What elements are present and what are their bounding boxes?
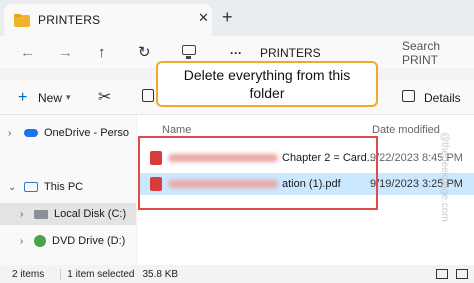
chevron-down-icon[interactable]: ▾ [66, 92, 71, 103]
dvd-icon [34, 235, 46, 247]
sidebar-item-label: OneDrive - Perso [44, 127, 129, 139]
tab-title: PRINTERS [38, 13, 101, 27]
selection-size: 35.8 KB [142, 268, 179, 280]
drive-icon [34, 209, 48, 219]
cloud-icon [24, 129, 38, 137]
back-arrow-icon[interactable]: ← [20, 44, 35, 61]
details-button[interactable]: Details [424, 91, 461, 105]
tiles-view-icon[interactable] [456, 269, 468, 279]
search-placeholder: Search PRINT [402, 39, 441, 67]
tab-printers[interactable]: PRINTERS [4, 4, 212, 36]
breadcrumb-printers[interactable]: PRINTERS [260, 46, 321, 60]
details-pane-icon [402, 90, 415, 102]
cut-icon[interactable]: ✂ [98, 87, 111, 107]
new-tab-icon[interactable]: + [222, 7, 233, 28]
sidebar-item-label: This PC [44, 181, 84, 193]
sidebar-item-dvd-drive[interactable]: › DVD Drive (D:) [0, 230, 136, 252]
details-view-icon[interactable] [436, 269, 448, 279]
chevron-down-icon[interactable]: ⌄ [8, 182, 18, 193]
watermark: @thegeekpage.com [439, 132, 450, 222]
chevron-right-icon[interactable]: › [20, 209, 30, 220]
chevron-right-icon[interactable]: › [8, 128, 18, 139]
up-arrow-icon[interactable]: ↑ [98, 44, 106, 61]
callout-line-2: folder [249, 85, 285, 101]
forward-arrow-icon[interactable]: → [58, 44, 73, 61]
computer-icon [182, 45, 196, 59]
search-input[interactable]: Search PRINT [390, 39, 474, 67]
selection-count: 1 item selected [60, 268, 135, 280]
computer-icon [24, 182, 38, 192]
status-bar: 2 items 1 item selected 35.8 KB [0, 265, 474, 283]
item-count: 2 items [12, 268, 45, 280]
sidebar-item-label: DVD Drive (D:) [52, 235, 126, 247]
folder-icon [14, 13, 30, 27]
refresh-icon[interactable]: ↻ [138, 43, 151, 61]
sidebar-item-label: Local Disk (C:) [54, 208, 127, 220]
new-button[interactable]: New [38, 91, 62, 105]
sidebar-item-onedrive[interactable]: › OneDrive - Perso [0, 122, 136, 144]
highlight-box [138, 136, 378, 210]
close-tab-icon[interactable]: ✕ [198, 10, 209, 26]
sidebar-item-this-pc[interactable]: ⌄ This PC [0, 176, 136, 198]
instruction-callout: Delete everything from this folder [156, 61, 378, 107]
chevron-right-icon[interactable]: › [20, 236, 30, 247]
copy-icon[interactable] [142, 89, 154, 102]
column-header-date[interactable]: Date modified [372, 124, 440, 136]
column-header-name[interactable]: Name [162, 124, 191, 136]
callout-line-1: Delete everything from this [183, 67, 351, 83]
sidebar-item-local-disk[interactable]: › Local Disk (C:) [0, 203, 136, 225]
path-overflow-icon[interactable]: ··· [230, 46, 242, 60]
plus-icon: + [18, 89, 28, 106]
